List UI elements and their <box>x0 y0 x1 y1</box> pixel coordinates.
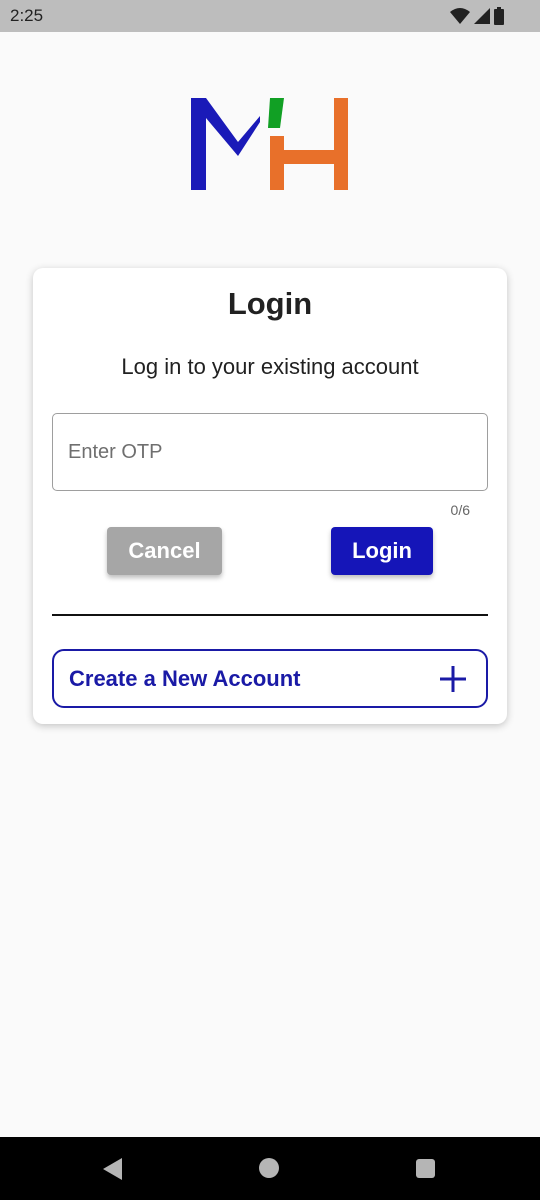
app-logo <box>191 98 348 190</box>
otp-char-counter: 0/6 <box>450 502 470 518</box>
divider <box>52 614 488 616</box>
otp-field[interactable] <box>52 413 488 491</box>
logo-m <box>191 98 260 190</box>
back-icon[interactable] <box>102 1157 124 1181</box>
status-time: 2:25 <box>10 6 44 25</box>
wifi-icon <box>450 8 470 24</box>
signal-icon <box>474 8 490 24</box>
cancel-button[interactable]: Cancel <box>107 527 222 575</box>
create-account-label: Create a New Account <box>69 665 301 691</box>
login-button[interactable]: Login <box>331 527 433 575</box>
plus-icon <box>440 665 466 692</box>
recents-icon[interactable] <box>416 1159 435 1178</box>
battery-icon <box>494 7 504 25</box>
card-subtitle: Log in to your existing account <box>121 354 419 379</box>
status-icons <box>450 7 504 25</box>
card-title: Login <box>227 286 313 321</box>
create-account-button[interactable]: Create a New Account <box>52 649 488 708</box>
home-icon[interactable] <box>259 1158 279 1178</box>
otp-input[interactable] <box>53 414 487 490</box>
status-bar: 2:25 <box>0 0 540 32</box>
logo-accent <box>268 98 284 128</box>
